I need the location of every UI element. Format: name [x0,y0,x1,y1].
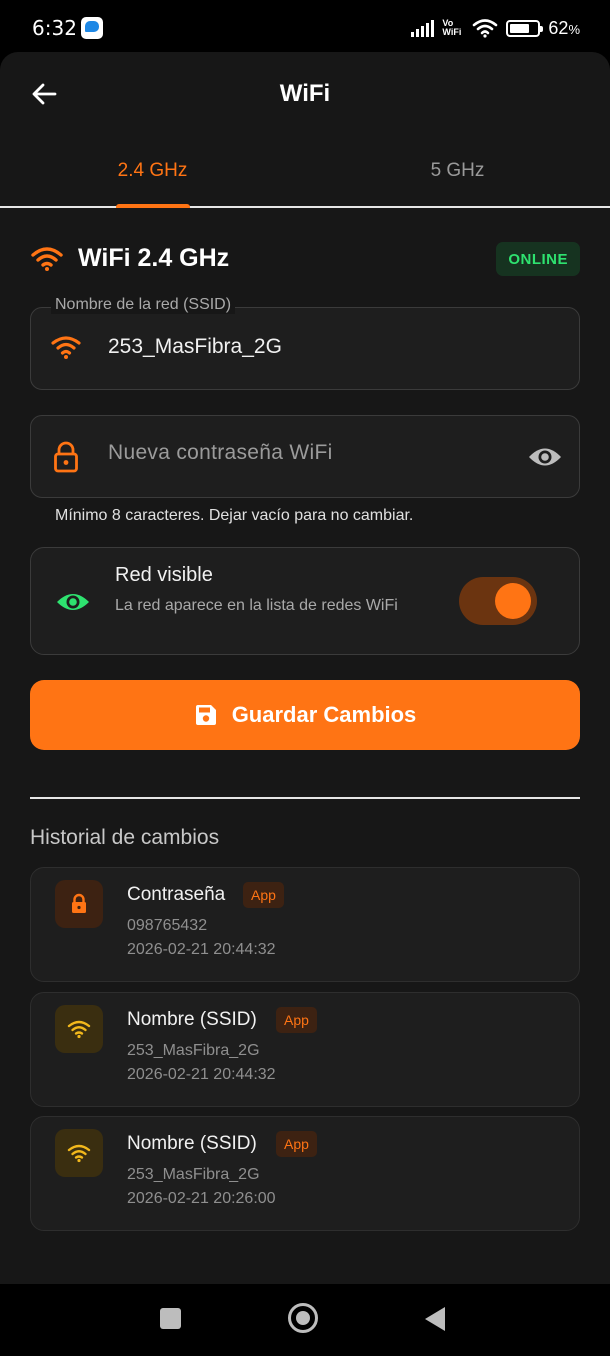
list-item: Contraseña App 098765432 2026-02-21 20:4… [30,867,580,982]
history-icon-box [55,880,103,928]
visible-network-toggle[interactable] [459,577,537,625]
wifi-icon [67,1020,91,1039]
password-input[interactable] [108,441,508,465]
page-title: WiFi [279,80,331,107]
lock-icon [72,893,86,913]
battery-icon [506,19,544,37]
history-title: Historial de cambios [30,826,220,849]
eye-icon [57,594,89,610]
ssid-field[interactable]: Nombre de la red (SSID) [30,296,580,390]
save-button-label: Guardar Cambios [231,702,417,727]
status-badge: ONLINE [496,242,580,276]
tab-2-4ghz[interactable]: 2.4 GHz [0,160,305,182]
visible-network-title: Red visible [115,564,213,586]
ssid-field-label: Nombre de la red (SSID) [51,296,236,314]
password-helper-text: Mínimo 8 caracteres. Dejar vacío para no… [55,507,414,524]
status-bar: 6:32 Vo WiFi 62% [0,0,610,56]
visible-network-description: La red aparece en la lista de redes WiFi [115,597,398,614]
tab-5ghz[interactable]: 5 GHz [305,160,610,182]
ssid-input[interactable] [108,335,508,359]
history-item-detail: 098765432 [127,917,208,934]
history-icon-box [55,1129,103,1177]
history-item-detail: 253_MasFibra_2G [127,1042,260,1059]
vowifi-label: Vo WiFi [442,18,462,37]
save-button[interactable]: Guardar Cambios [30,680,580,750]
active-tab-indicator [116,204,190,208]
status-time: 6:32 [32,16,77,40]
visible-network-card: Red visible La red aparece en la lista d… [30,547,580,655]
history-item-title: Nombre (SSID) [127,1009,257,1030]
divider [30,797,580,799]
password-field[interactable] [30,415,580,498]
home-button[interactable] [288,1303,318,1333]
system-navigation-bar [0,1284,610,1356]
wifi-settings-screen: WiFi 2.4 GHz 5 GHz WiFi 2.4 GHz ONLINE N… [0,52,610,1284]
history-item-date: 2026-02-21 20:44:32 [127,941,276,958]
cell-signal-icon [411,19,435,37]
history-item-date: 2026-02-21 20:44:32 [127,1066,276,1083]
band-tabs: 2.4 GHz 5 GHz [0,148,610,208]
recent-apps-button[interactable] [160,1308,181,1329]
history-item-title: Nombre (SSID) [127,1133,257,1154]
source-badge: App [276,1131,317,1157]
wifi-icon [51,336,81,359]
system-back-button[interactable] [425,1307,445,1331]
history-item-title: Contraseña [127,884,226,905]
message-notification-icon [81,17,103,39]
source-badge: App [276,1007,317,1033]
wifi-status-icon [473,19,498,38]
toggle-knob [495,583,531,619]
wifi-icon [31,247,63,271]
lock-icon [54,441,78,473]
list-item: Nombre (SSID) App 253_MasFibra_2G 2026-0… [30,1116,580,1231]
status-indicators: Vo WiFi 62% [411,15,580,41]
history-item-date: 2026-02-21 20:26:00 [127,1190,276,1207]
history-icon-box [55,1005,103,1053]
save-icon [195,705,216,725]
battery-percent: 62% [548,17,580,38]
history-item-detail: 253_MasFibra_2G [127,1166,260,1183]
list-item: Nombre (SSID) App 253_MasFibra_2G 2026-0… [30,992,580,1107]
wifi-icon [67,1144,91,1163]
source-badge: App [243,882,284,908]
network-header: WiFi 2.4 GHz ONLINE [30,240,580,280]
network-title: WiFi 2.4 GHz [78,244,230,272]
eye-icon[interactable] [527,442,563,472]
